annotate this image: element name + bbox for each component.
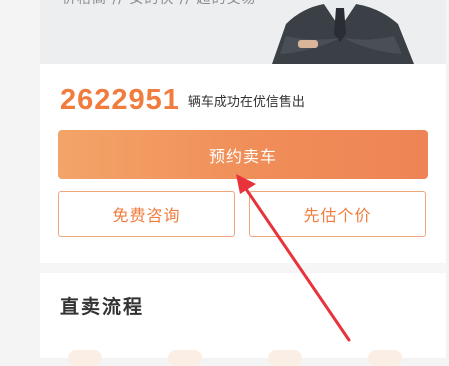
sold-count-row: 2622951 辆车成功在优信售出 [60,84,305,116]
banner-slogan: 价格高 // 女的快 // 超的交易 [62,0,257,8]
process-steps-strip [40,350,446,366]
process-step-icon [268,350,302,366]
free-consult-button[interactable]: 免费咨询 [58,191,235,237]
process-step-icon [168,350,202,366]
promo-banner: 价格高 // 女的快 // 超的交易 [40,0,446,64]
sold-count-suffix: 辆车成功在优信售出 [187,95,305,110]
person-in-suit-icon [272,0,414,64]
book-sell-car-button[interactable]: 预约卖车 [58,130,428,179]
section-divider [40,263,446,273]
process-step-icon [68,350,102,366]
sold-count: 2622951 [60,84,180,116]
process-step-icon [368,350,402,366]
sell-car-page: 价格高 // 女的快 // 超的交易 2622951 辆车成功在优信售出 预约卖… [40,0,446,366]
estimate-price-button[interactable]: 先估个价 [249,191,426,237]
direct-sale-process-title: 直卖流程 [60,296,145,318]
